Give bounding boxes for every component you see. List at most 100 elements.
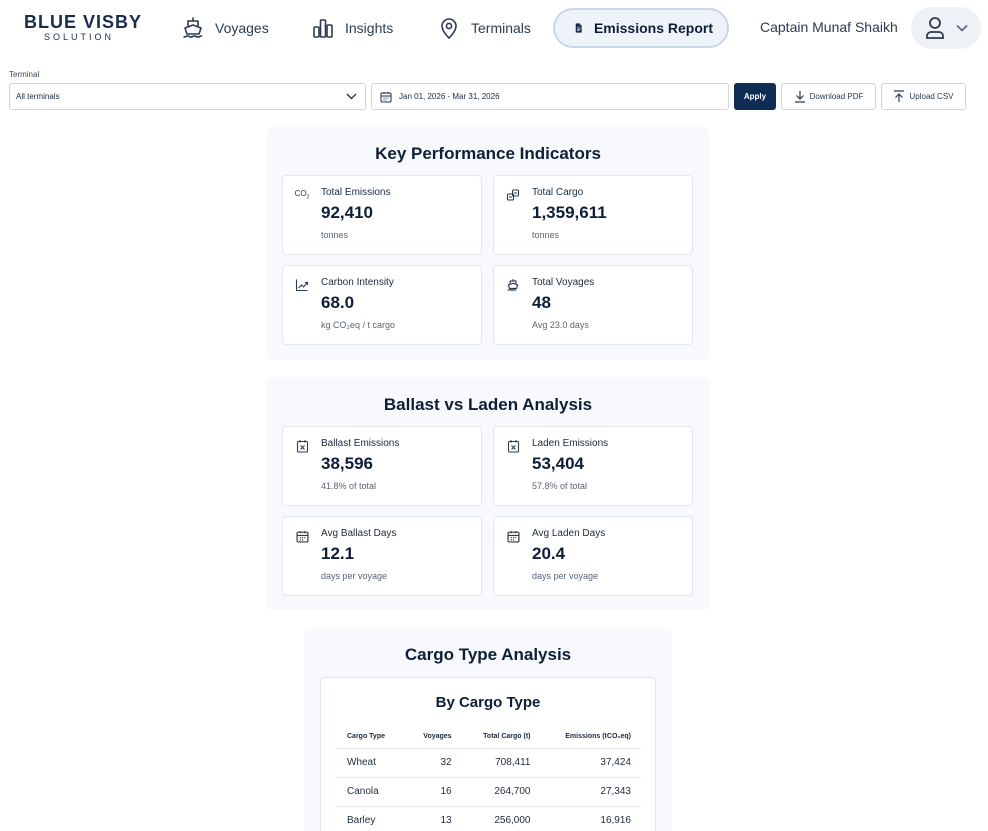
card-subtext: 57.8% of total [532,481,588,491]
ballast-panel-title: Ballast vs Laden Analysis [383,395,593,414]
calendar-icon [505,528,521,544]
kpi-card-carbon-intensity: Carbon Intensity 68.0 kg CO₂eq / t cargo [282,265,482,345]
nav-item-voyages[interactable]: Voyages [181,8,269,48]
cargo-table: Cargo Type Voyages Total Cargo (t) Emiss… [337,726,641,831]
upload-csv-label: Upload CSV [909,92,954,101]
ship-icon [505,277,521,293]
voyages-cell: 16 [404,777,462,807]
user-name: Captain Munaf Shaikh [760,19,898,35]
nav-label-emissions-report: Emissions Report [593,20,713,36]
total-cargo-cell: 256,000 [461,806,541,831]
brand-name: BLUE VISBY [24,12,143,32]
ship-icon [183,17,203,38]
column-header: Voyages [404,726,462,749]
card-label: Laden Emissions [532,438,609,449]
date-range-value: Jan 01, 2026 - Mar 31, 2026 [399,92,500,101]
column-header: Total Cargo (t) [461,726,541,749]
chevron-down-icon [956,24,968,32]
cargo-panel-title: Cargo Type Analysis [404,645,572,664]
card-label: Avg Ballast Days [321,528,397,539]
emissions-cell: 37,424 [540,748,641,778]
kpi-value: 1,359,611 [532,203,607,222]
table-row: Canola 16 264,700 27,343 [337,777,641,807]
kpi-value: 92,410 [321,203,373,222]
nav-item-emissions-report[interactable]: Emissions Report [553,8,729,48]
card-subtext: 41.8% of total [321,481,377,491]
kpi-label: Total Cargo [532,187,584,198]
calendar-icon [380,91,392,103]
kpi-label: Carbon Intensity [321,277,394,288]
kpi-subtext: Avg 23.0 days [532,320,589,330]
top-nav: BLUE VISBY SOLUTION Voyages Insights Ter… [0,0,988,58]
bar-chart-icon [313,19,333,38]
emission-icon [505,438,521,454]
kpi-subtext: tonnes [321,230,349,240]
card-label: Ballast Emissions [321,438,400,449]
nav-label-terminals: Terminals [471,20,531,36]
table-row: Barley 13 256,000 16,916 [337,806,641,831]
card-avg-ballast-days: Avg Ballast Days 12.1 days per voyage [282,516,482,596]
upload-csv-button[interactable]: Upload CSV [881,83,966,110]
card-ballast-emissions: Ballast Emissions 38,596 41.8% of total [282,426,482,506]
kpi-value: 68.0 [321,293,355,312]
table-header-row: Cargo Type Voyages Total Cargo (t) Emiss… [337,726,641,749]
nav-item-insights[interactable]: Insights [311,8,393,48]
kpi-label: Total Voyages [532,277,595,288]
download-pdf-label: Download PDF [809,92,864,101]
chevron-down-icon [346,93,357,100]
terminal-select[interactable]: All terminals [9,83,366,110]
map-pin-icon [441,18,457,40]
user-menu-button[interactable] [911,7,981,49]
total-cargo-cell: 264,700 [461,777,541,807]
cargo-type-panel: Cargo Type Analysis By Cargo Type Cargo … [304,628,672,831]
card-value: 12.1 [321,544,355,563]
kpi-card-total-voyages: Total Voyages 48 Avg 23.0 days [493,265,693,345]
download-pdf-button[interactable]: Download PDF [781,83,876,110]
download-icon [794,91,805,103]
terminal-label: Terminal [9,70,40,79]
cargo-type-cell: Barley [337,806,405,831]
card-avg-laden-days: Avg Laden Days 20.4 days per voyage [493,516,693,596]
ballast-laden-panel: Ballast vs Laden Analysis Ballast Emissi… [267,377,709,610]
emission-icon [294,438,310,454]
card-subtext: days per voyage [532,571,599,581]
cargo-table-title: By Cargo Type [435,694,541,711]
kpi-panel: Key Performance Indicators CO2 Total Emi… [267,127,709,360]
cargo-type-card: By Cargo Type Cargo Type Voyages Total C… [320,677,656,831]
nav-label-insights: Insights [345,20,394,36]
emissions-cell: 16,916 [540,806,641,831]
document-icon [575,23,582,33]
co2-icon: CO2 [294,189,310,201]
nav-item-terminals[interactable]: Terminals [437,8,531,48]
kpi-card-total-cargo: Total Cargo 1,359,611 tonnes [493,175,693,255]
column-header: Cargo Type [337,726,405,749]
card-value: 20.4 [532,544,566,563]
total-cargo-cell: 708,411 [461,748,541,778]
card-value: 38,596 [321,454,373,473]
voyages-cell: 13 [404,806,462,831]
emissions-cell: 27,343 [540,777,641,807]
cargo-type-cell: Wheat [337,748,405,778]
kpi-subtext: tonnes [532,230,560,240]
upload-icon [894,90,905,102]
terminal-select-value: All terminals [16,92,60,101]
calendar-icon [294,528,310,544]
card-laden-emissions: Laden Emissions 53,404 57.8% of total [493,426,693,506]
user-icon [926,17,944,39]
column-header: Emissions (tCO₂eq) [540,726,641,749]
kpi-panel-title: Key Performance Indicators [375,144,601,163]
table-row: Wheat 32 708,411 37,424 [337,748,641,778]
trend-icon [294,277,310,293]
apply-button[interactable]: Apply [734,83,776,110]
brand-logo[interactable]: BLUE VISBY SOLUTION [24,12,143,43]
cargo-type-cell: Canola [337,777,405,807]
card-value: 53,404 [532,454,584,473]
kpi-card-total-emissions: CO2 Total Emissions 92,410 tonnes [282,175,482,255]
kpi-label: Total Emissions [321,187,391,198]
kpi-subtext: kg CO₂eq / t cargo [321,320,396,330]
cargo-icon [505,187,521,203]
voyages-cell: 32 [404,748,462,778]
brand-tagline: SOLUTION [43,32,114,42]
card-label: Avg Laden Days [532,528,606,539]
date-range-picker[interactable]: Jan 01, 2026 - Mar 31, 2026 [371,83,729,110]
